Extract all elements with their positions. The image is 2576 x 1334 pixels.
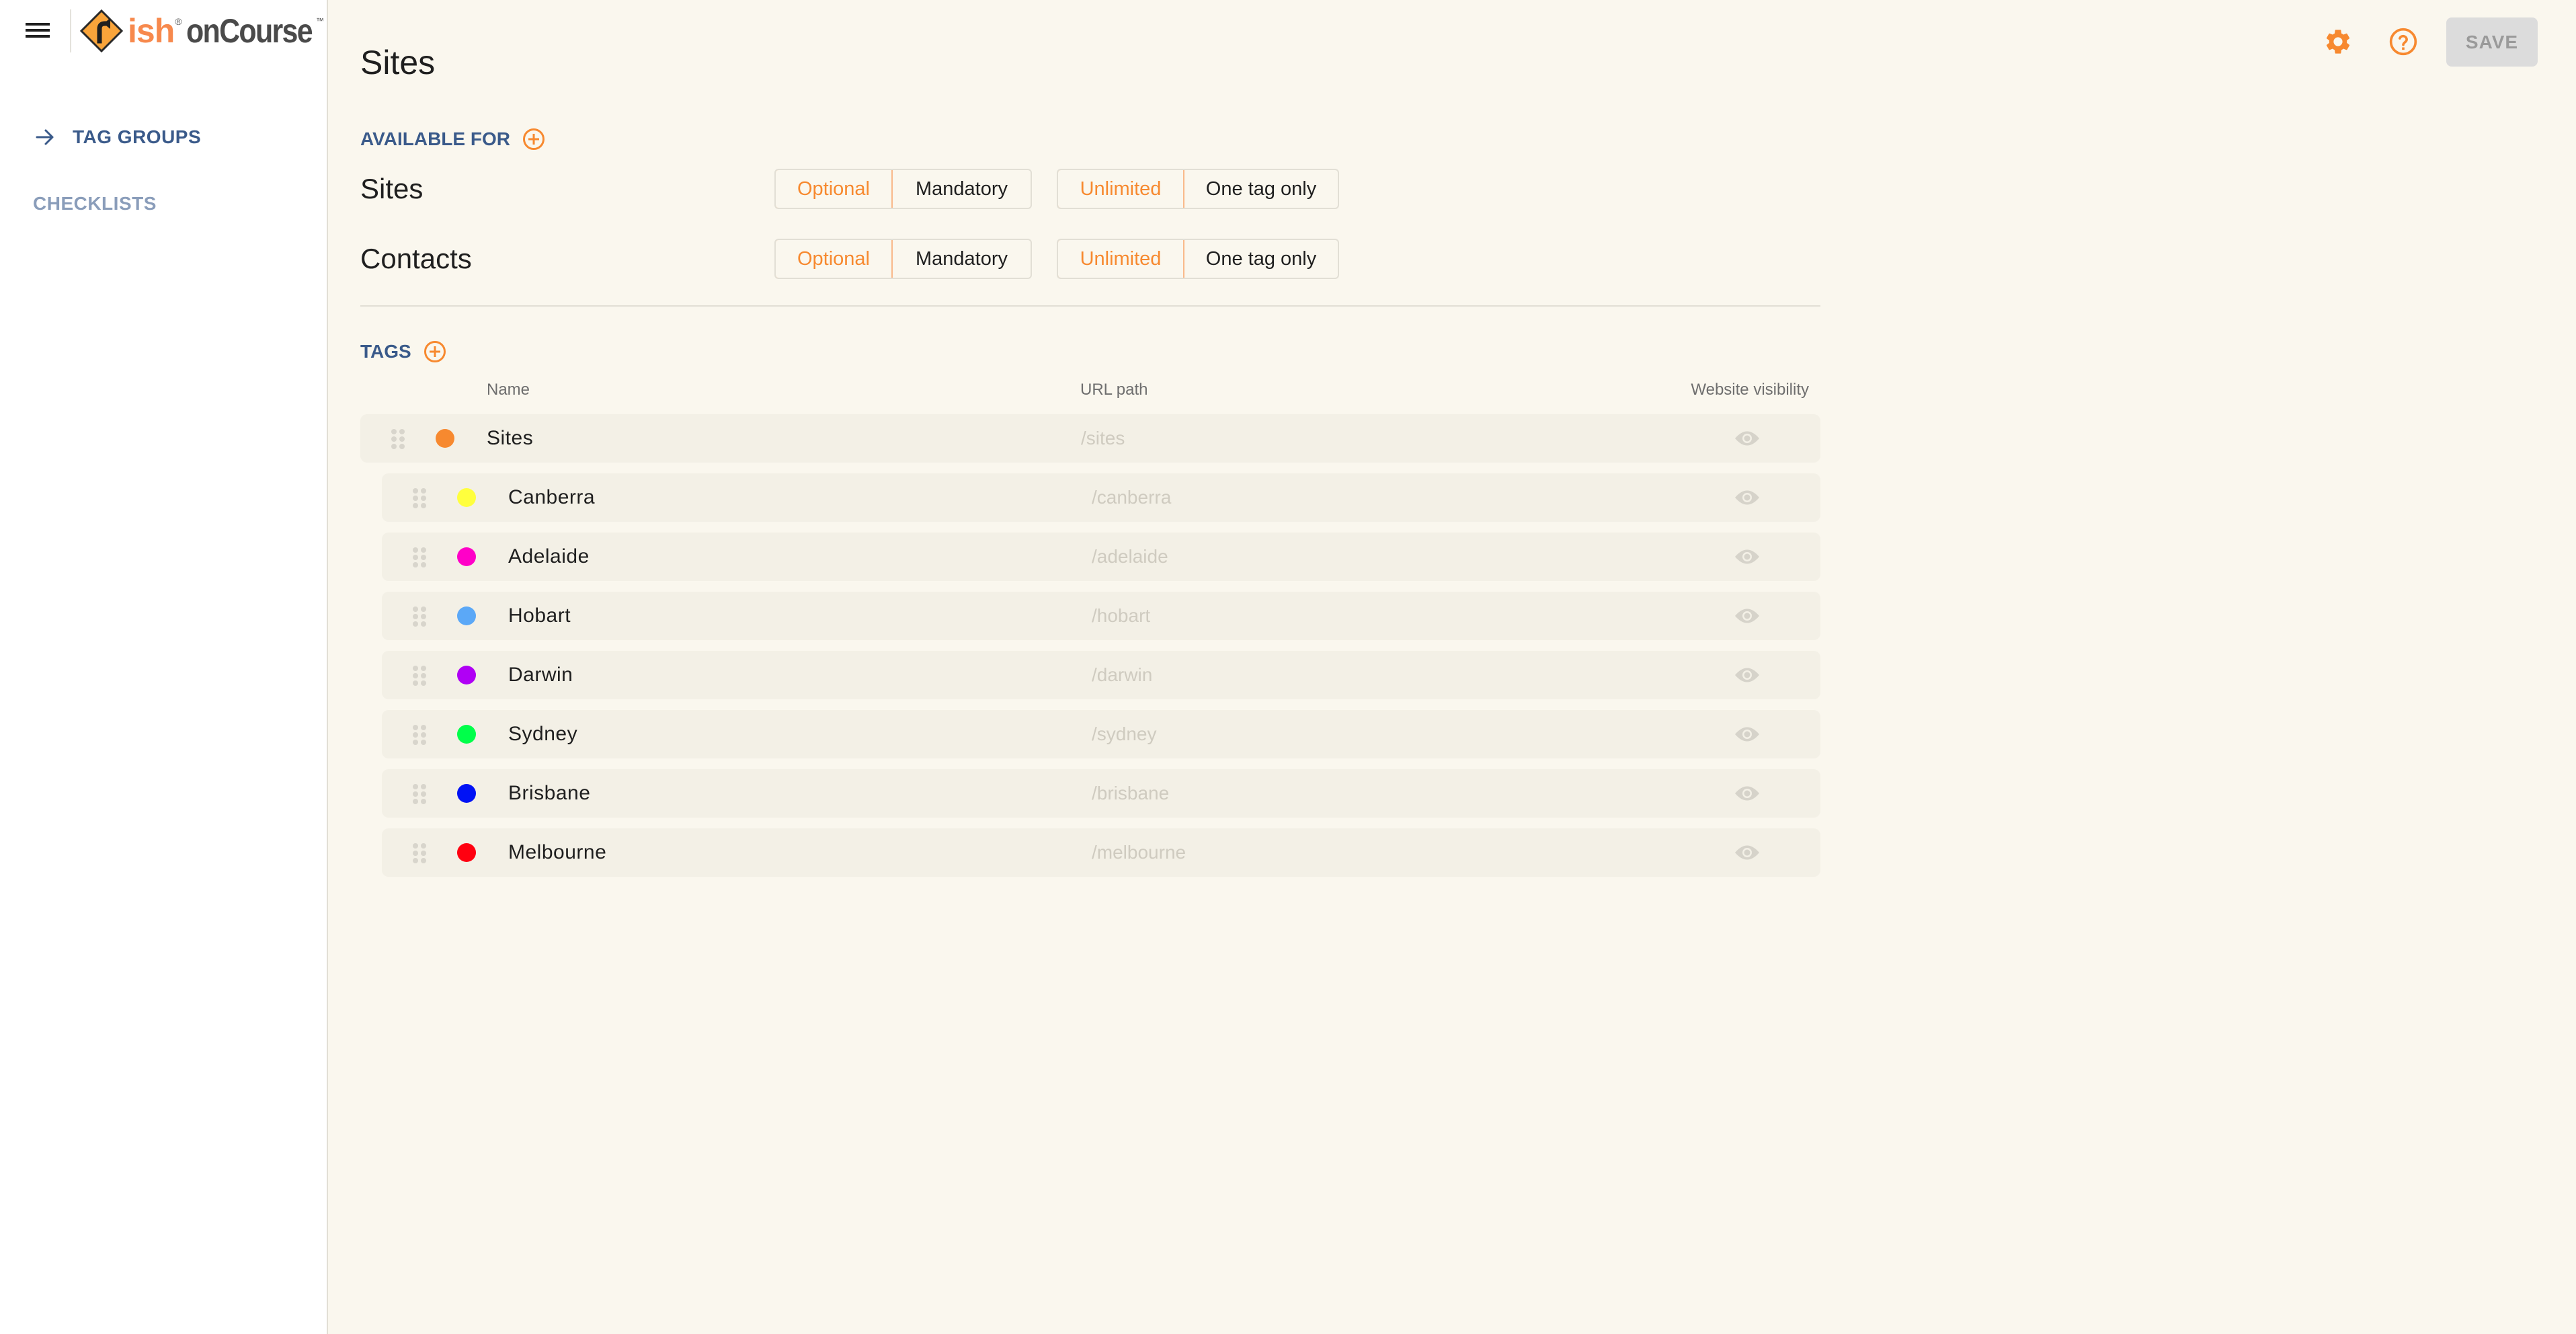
tag-name[interactable]: Canberra <box>508 486 595 509</box>
tag-name[interactable]: Adelaide <box>508 545 590 568</box>
column-header-visibility: Website visibility <box>1691 381 1809 399</box>
requirement-toggle: Optional Mandatory <box>774 239 1032 279</box>
help-circle-icon[interactable] <box>2388 27 2418 56</box>
tag-url[interactable]: /hobart <box>1092 605 1150 627</box>
option-one-tag-only[interactable]: One tag only <box>1184 170 1338 208</box>
option-optional[interactable]: Optional <box>776 240 893 278</box>
sidebar: ish ® onCourse ™ TAG GROUPS CHECKLISTS <box>0 0 328 1334</box>
tag-name[interactable]: Hobart <box>508 604 571 627</box>
tags-heading: TAGS <box>360 340 446 363</box>
limit-toggle: Unlimited One tag only <box>1057 239 1339 279</box>
tag-color-dot[interactable] <box>457 488 476 507</box>
tag-row[interactable]: Sydney /sydney <box>382 710 1820 758</box>
option-unlimited[interactable]: Unlimited <box>1058 240 1184 278</box>
eye-icon[interactable] <box>1734 666 1760 684</box>
tag-color-dot[interactable] <box>457 666 476 684</box>
section-divider <box>360 305 1820 307</box>
tag-name[interactable]: Sydney <box>508 723 577 746</box>
menu-icon[interactable] <box>26 22 50 39</box>
tags-label: TAGS <box>360 341 411 362</box>
road-sign-icon <box>79 9 124 53</box>
drag-handle-icon[interactable] <box>413 666 428 686</box>
option-optional[interactable]: Optional <box>776 170 893 208</box>
option-one-tag-only[interactable]: One tag only <box>1184 240 1338 278</box>
tag-color-dot[interactable] <box>436 429 454 448</box>
tag-name[interactable]: Sites <box>487 427 533 450</box>
available-for-heading: AVAILABLE FOR <box>360 128 545 151</box>
tag-url[interactable]: /sites <box>1081 428 1125 449</box>
column-header-url: URL path <box>1080 381 1148 399</box>
entity-label: Sites <box>360 173 424 204</box>
eye-icon[interactable] <box>1734 607 1760 625</box>
tag-color-dot[interactable] <box>457 725 476 744</box>
eye-icon[interactable] <box>1734 844 1760 861</box>
drag-handle-icon[interactable] <box>413 488 428 508</box>
drag-handle-icon[interactable] <box>413 784 428 804</box>
sidebar-item-tag-groups[interactable]: TAG GROUPS <box>35 126 201 148</box>
eye-icon[interactable] <box>1734 785 1760 802</box>
entity-label: Contacts <box>360 243 472 274</box>
drag-handle-icon[interactable] <box>413 606 428 627</box>
logo-divider <box>70 9 71 52</box>
tag-url[interactable]: /sydney <box>1092 723 1157 745</box>
add-available-for-icon[interactable] <box>522 128 545 151</box>
logo-trademark: ™ <box>315 16 324 26</box>
option-mandatory[interactable]: Mandatory <box>893 170 1031 208</box>
option-unlimited[interactable]: Unlimited <box>1058 170 1184 208</box>
gear-icon[interactable] <box>2323 27 2353 56</box>
sidebar-item-checklists[interactable]: CHECKLISTS <box>33 193 157 214</box>
tag-color-dot[interactable] <box>457 606 476 625</box>
eye-icon[interactable] <box>1734 725 1760 743</box>
tag-row[interactable]: Brisbane /brisbane <box>382 769 1820 818</box>
page-title: Sites <box>360 44 436 81</box>
app-logo[interactable]: ish ® onCourse ™ <box>79 7 324 55</box>
tag-name[interactable]: Brisbane <box>508 782 590 805</box>
drag-handle-icon[interactable] <box>391 429 406 449</box>
option-mandatory[interactable]: Mandatory <box>893 240 1031 278</box>
drag-handle-icon[interactable] <box>413 725 428 745</box>
tag-url[interactable]: /adelaide <box>1092 546 1168 567</box>
tag-url[interactable]: /melbourne <box>1092 842 1186 863</box>
requirement-toggle: Optional Mandatory <box>774 169 1032 209</box>
tag-name[interactable]: Melbourne <box>508 841 606 864</box>
drag-handle-icon[interactable] <box>413 843 428 863</box>
limit-toggle: Unlimited One tag only <box>1057 169 1339 209</box>
add-tag-icon[interactable] <box>424 340 446 363</box>
available-for-label: AVAILABLE FOR <box>360 128 510 149</box>
tag-row[interactable]: Darwin /darwin <box>382 651 1820 699</box>
tag-url[interactable]: /darwin <box>1092 664 1152 686</box>
eye-icon[interactable] <box>1734 548 1760 565</box>
drag-handle-icon[interactable] <box>413 547 428 567</box>
save-button[interactable]: SAVE <box>2446 17 2538 67</box>
sidebar-item-label: TAG GROUPS <box>73 126 202 147</box>
eye-icon[interactable] <box>1734 489 1760 506</box>
tag-row[interactable]: Adelaide /adelaide <box>382 533 1820 581</box>
logo-registered: ® <box>175 16 182 27</box>
tag-row-root[interactable]: Sites /sites <box>360 414 1820 463</box>
tag-url[interactable]: /brisbane <box>1092 783 1169 804</box>
tag-row[interactable]: Canberra /canberra <box>382 473 1820 522</box>
sidebar-item-label: CHECKLISTS <box>33 193 157 214</box>
tag-url[interactable]: /canberra <box>1092 487 1171 508</box>
arrow-right-icon <box>36 129 54 145</box>
tag-row[interactable]: Melbourne /melbourne <box>382 828 1820 877</box>
tag-color-dot[interactable] <box>457 547 476 566</box>
column-header-name: Name <box>487 381 530 399</box>
logo-product: onCourse <box>186 12 313 50</box>
logo-brand: ish <box>128 12 175 50</box>
tag-color-dot[interactable] <box>457 843 476 862</box>
tag-row[interactable]: Hobart /hobart <box>382 592 1820 640</box>
eye-icon[interactable] <box>1734 430 1760 447</box>
tag-name[interactable]: Darwin <box>508 664 573 686</box>
tag-color-dot[interactable] <box>457 784 476 803</box>
